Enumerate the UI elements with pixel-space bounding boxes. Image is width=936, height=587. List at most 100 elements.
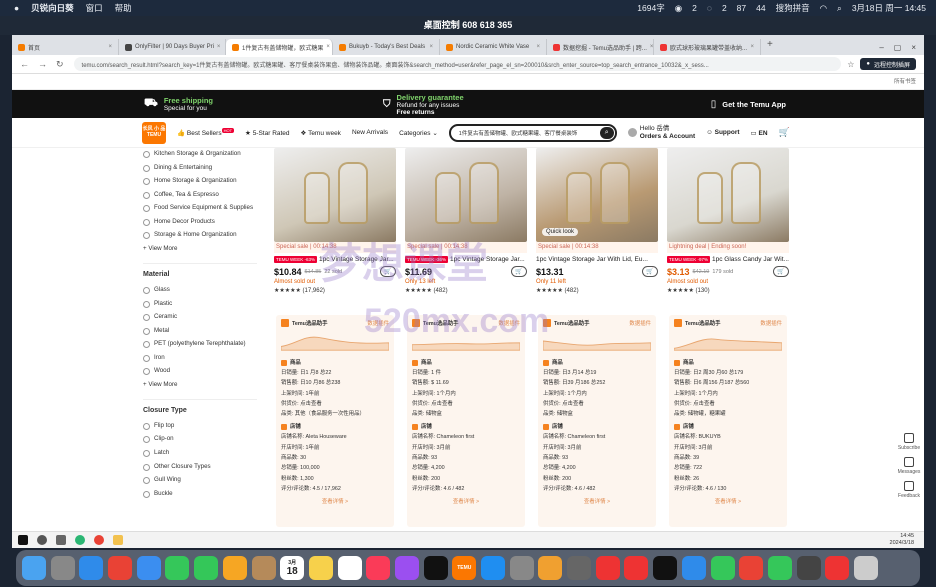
tab-0[interactable]: 首页 × [12,39,119,55]
radio-icon[interactable] [143,490,150,498]
close-icon[interactable]: × [429,44,433,50]
product-card[interactable]: Special sale | 00:14:38 TEMU WEEK -63% 1p… [274,148,396,294]
plugin-link[interactable]: 数据插件 [498,319,520,327]
material-option[interactable]: Plastic [143,300,257,308]
best-sellers-link[interactable]: 👍 Best Sellers HOT [177,127,235,137]
category-option[interactable]: Storage & Home Organization [143,231,257,240]
add-to-cart-icon[interactable]: 🛒 [511,266,527,277]
safari-icon[interactable] [79,556,104,580]
folder-icon[interactable] [113,535,123,545]
close-icon[interactable]: × [108,44,112,50]
close-icon[interactable]: × [217,44,221,50]
wps-icon[interactable] [595,556,620,580]
back-icon[interactable]: ← [20,59,29,70]
search-input[interactable]: 1件复古有盖储物罐、欧式糖果罐、客厅餐桌装饰 ⌕ [448,123,617,142]
search-icon[interactable]: ⌕ [599,126,614,139]
appletv-icon[interactable] [423,556,448,580]
radio-icon[interactable] [143,450,150,457]
calendar-icon[interactable]: 3月 18 [280,556,305,580]
sunlogin-icon[interactable] [538,556,563,580]
radio-icon[interactable] [143,341,150,349]
closure-option[interactable]: Flip top [143,422,257,430]
closure-option[interactable]: Clip-on [143,435,257,444]
category-option[interactable]: Home Storage & Organization [143,177,257,186]
vpn-icon[interactable] [825,556,850,580]
radio-icon[interactable] [143,314,150,322]
support-link[interactable]: ☺ Support [706,129,739,136]
chrome-icon[interactable] [108,556,133,580]
product-title[interactable]: 1pc Vintage Storage Jar... [319,256,394,263]
category-option[interactable]: Kitchen Storage & Organization [143,150,257,158]
view-more-categories[interactable]: + View More [143,245,257,252]
radio-icon[interactable] [143,354,150,362]
radio-icon[interactable] [143,300,150,308]
view-details-link[interactable]: 查看详情 > [412,497,520,505]
product-image[interactable] [405,148,527,242]
trash-icon[interactable] [853,556,878,580]
product-image[interactable] [274,148,396,242]
five-star-link[interactable]: ★ 5-Star Rated [245,129,290,137]
get-app[interactable]: ▯ Get the Temu App [711,99,786,110]
category-option[interactable]: Food Service Equipment & Supplies [143,204,257,213]
categories-menu[interactable]: Categories ⌄ [399,129,438,137]
radio-icon[interactable] [143,232,150,240]
temu-week-link[interactable]: ❖ Temu week [301,129,341,137]
supply-price[interactable]: 供货价: 点击查看 [281,399,389,409]
product-card[interactable]: Lightning deal | Ending soon! TEMU WEEK … [667,148,789,294]
app-name[interactable]: 贝锐向日葵 [31,2,74,14]
add-to-cart-icon[interactable]: 🛒 [380,266,396,277]
radio-icon[interactable] [143,327,150,335]
close-icon[interactable]: × [750,44,754,50]
mail-icon[interactable] [136,556,161,580]
radio-icon[interactable] [143,205,150,213]
plugin-link[interactable]: 数据插件 [367,319,389,327]
tab-4[interactable]: Nordic Ceramic White Vase × [440,39,547,55]
tab-1[interactable]: OnlyFilter | 90 Days Buyer Pri × [119,39,226,55]
tab-5[interactable]: 数据挖掘 - Temu选品助手 | 跨... × [547,39,654,55]
forward-icon[interactable]: → [38,59,47,70]
product-title[interactable]: 1pc Vintage Storage Jar With Lid, Eu... [536,256,648,263]
url-field[interactable]: temu.com/search_result.html?search_key=1… [73,57,842,71]
radio-icon[interactable] [143,368,150,376]
facetime-icon[interactable] [194,556,219,580]
close-icon[interactable]: × [326,44,330,50]
avatar-icon[interactable] [796,556,821,580]
search-icon[interactable]: ⌕ [837,3,842,14]
product-card[interactable]: Quick look Special sale | 00:14:38 1pc V… [536,148,658,294]
tab-3[interactable]: Bukuyb - Today's Best Deals × [333,39,440,55]
ime-indicator[interactable]: 搜狗拼音 [776,2,810,14]
supply-price[interactable]: 供货价: 点击查看 [412,399,520,409]
category-option[interactable]: Dining & Entertaining [143,164,257,172]
radio-icon[interactable] [143,286,150,294]
reload-icon[interactable]: ↻ [56,59,64,70]
free-shipping[interactable]: ⛟ Free shipping Special for you [144,96,213,112]
new-tab-icon[interactable]: + [761,39,779,55]
messages-icon[interactable] [165,556,190,580]
plugin-link[interactable]: 数据插件 [629,319,651,327]
product-title[interactable]: 1pc Glass Candy Jar Wit... [712,256,789,263]
view-more-materials[interactable]: + View More [143,381,257,388]
radio-icon[interactable] [143,191,150,199]
radio-icon[interactable] [143,178,150,186]
closure-option[interactable]: Buckle [143,490,257,498]
delivery-guarantee[interactable]: ⛉ Delivery guarantee Refund for any issue… [383,93,464,116]
launchpad-icon[interactable] [50,556,75,580]
radio-icon[interactable] [143,151,150,158]
apple-icon[interactable]: ● [14,3,19,13]
screen-icon[interactable] [567,556,592,580]
language-select[interactable]: ▭ EN [751,129,768,137]
new-arrivals-link[interactable]: New Arrivals [352,129,388,136]
contacts-icon[interactable] [251,556,276,580]
music-icon[interactable] [366,556,391,580]
tab-2-active[interactable]: 1件复古有盖储物罐，欧式糖果 × [226,39,333,55]
add-to-cart-icon[interactable]: 🛒 [642,266,658,277]
material-option[interactable]: PET (polyethylene Terephthalate) [143,340,257,349]
closure-option[interactable]: Latch [143,449,257,457]
material-option[interactable]: Iron [143,354,257,362]
product-title[interactable]: 1pc Vintage Storage Jar... [450,256,525,263]
radio-icon[interactable] [143,218,150,226]
bookmarks-bar[interactable]: 所有书签 [12,74,924,90]
radio-icon[interactable] [143,477,150,485]
cart-icon[interactable]: 🛒 [779,127,790,138]
qq-music-icon[interactable] [624,556,649,580]
